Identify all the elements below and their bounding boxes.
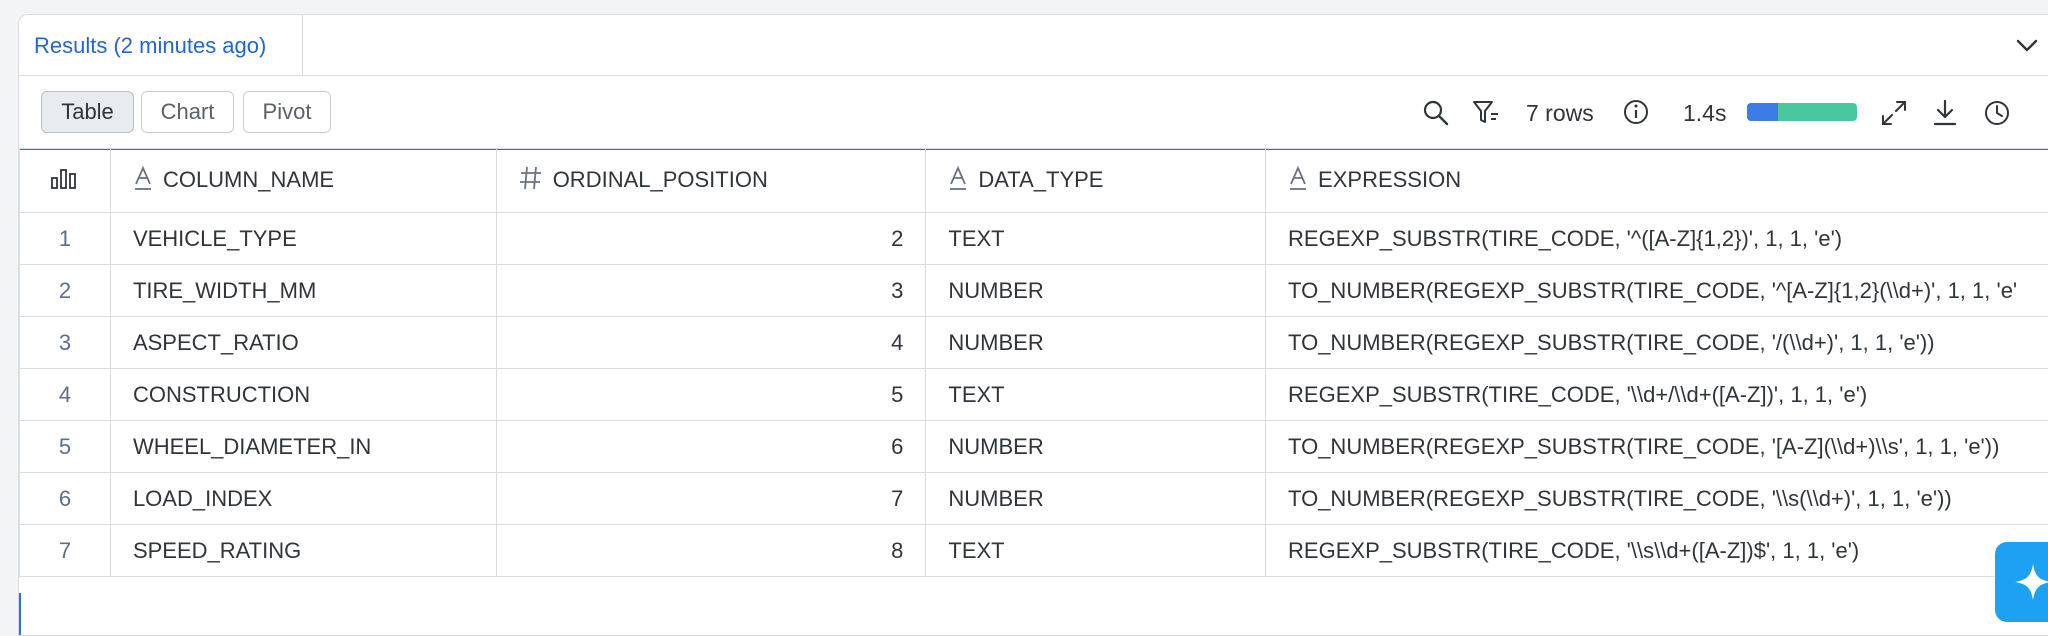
table-row[interactable]: 1 VEHICLE_TYPE 2 TEXT REGEXP_SUBSTR(TIRE…: [20, 213, 2048, 265]
table-row[interactable]: 7 SPEED_RATING 8 TEXT REGEXP_SUBSTR(TIRE…: [20, 525, 2048, 577]
table-row[interactable]: 4 CONSTRUCTION 5 TEXT REGEXP_SUBSTR(TIRE…: [20, 369, 2048, 421]
cell-data-type[interactable]: NUMBER: [926, 473, 1266, 525]
tab-pivot-label: Pivot: [263, 99, 312, 125]
table-row[interactable]: 5 WHEEL_DIAMETER_IN 6 NUMBER TO_NUMBER(R…: [20, 421, 2048, 473]
bar-chart-icon: [50, 170, 78, 195]
cell-ordinal-position[interactable]: 3: [496, 265, 926, 317]
filter-icon[interactable]: [1471, 98, 1501, 128]
cell-expression[interactable]: TO_NUMBER(REGEXP_SUBSTR(TIRE_CODE, '[A-Z…: [1266, 421, 2048, 473]
column-header-label: COLUMN_NAME: [163, 166, 334, 191]
table-row[interactable]: 2 TIRE_WIDTH_MM 3 NUMBER TO_NUMBER(REGEX…: [20, 265, 2048, 317]
cell-data-type[interactable]: NUMBER: [926, 421, 1266, 473]
column-header-column-name[interactable]: COLUMN_NAME: [110, 149, 496, 213]
selection-indicator: [19, 593, 21, 635]
cell-column-name[interactable]: SPEED_RATING: [110, 525, 496, 577]
column-header-ordinal-position[interactable]: ORDINAL_POSITION: [496, 149, 926, 213]
cell-expression[interactable]: REGEXP_SUBSTR(TIRE_CODE, '^([A-Z]{1,2})'…: [1266, 213, 2048, 265]
row-count-label: 7 rows: [1526, 100, 1594, 126]
tab-pivot[interactable]: Pivot: [243, 91, 331, 133]
row-index: 2: [20, 265, 111, 317]
row-index: 4: [20, 369, 111, 421]
cell-column-name[interactable]: VEHICLE_TYPE: [110, 213, 496, 265]
cell-data-type[interactable]: TEXT: [926, 369, 1266, 421]
cell-ordinal-position[interactable]: 5: [496, 369, 926, 421]
cell-column-name[interactable]: ASPECT_RATIO: [110, 317, 496, 369]
cell-data-type[interactable]: TEXT: [926, 213, 1266, 265]
tab-chart[interactable]: Chart: [141, 91, 234, 133]
results-toolbar: Table Chart Pivot 7 rows 1.4s: [19, 76, 2048, 150]
cell-column-name[interactable]: TIRE_WIDTH_MM: [110, 265, 496, 317]
results-tab[interactable]: Results (2 minutes ago): [19, 15, 303, 75]
cell-expression[interactable]: REGEXP_SUBSTR(TIRE_CODE, '\\d+/\\d+([A-Z…: [1266, 369, 2048, 421]
expand-icon[interactable]: [1879, 98, 1909, 128]
cell-ordinal-position[interactable]: 2: [496, 213, 926, 265]
hash-type-icon: [519, 165, 543, 197]
duration-bar-segment-b: [1778, 103, 1857, 121]
cell-expression[interactable]: TO_NUMBER(REGEXP_SUBSTR(TIRE_CODE, '/(\\…: [1266, 317, 2048, 369]
chevron-down-icon[interactable]: [2013, 32, 2041, 60]
column-header-expression[interactable]: EXPRESSION: [1266, 149, 2048, 213]
cell-ordinal-position[interactable]: 8: [496, 525, 926, 577]
results-tab-label: Results: [34, 33, 107, 58]
duration-bar: [1747, 103, 1857, 121]
table-header-row: COLUMN_NAME ORDINAL_POSITION DATA_TYPE E…: [20, 149, 2048, 213]
column-header-data-type[interactable]: DATA_TYPE: [926, 149, 1266, 213]
table-row[interactable]: 6 LOAD_INDEX 7 NUMBER TO_NUMBER(REGEXP_S…: [20, 473, 2048, 525]
results-tab-age: (2 minutes ago): [113, 33, 266, 58]
sparkle-icon: [1995, 542, 2048, 622]
row-index: 3: [20, 317, 111, 369]
results-panel: Results (2 minutes ago) Table Chart Pivo…: [18, 14, 2048, 636]
cell-ordinal-position[interactable]: 4: [496, 317, 926, 369]
cell-expression[interactable]: REGEXP_SUBSTR(TIRE_CODE, '\\s\\d+([A-Z])…: [1266, 525, 2048, 577]
cell-column-name[interactable]: CONSTRUCTION: [110, 369, 496, 421]
text-type-icon: [1288, 165, 1308, 197]
row-index: 6: [20, 473, 111, 525]
table-row[interactable]: 3 ASPECT_RATIO 4 NUMBER TO_NUMBER(REGEXP…: [20, 317, 2048, 369]
tab-table-label: Table: [61, 99, 114, 125]
cell-ordinal-position[interactable]: 6: [496, 421, 926, 473]
row-stats-header[interactable]: [20, 149, 111, 213]
cell-data-type[interactable]: NUMBER: [926, 317, 1266, 369]
results-table: COLUMN_NAME ORDINAL_POSITION DATA_TYPE E…: [19, 148, 2048, 577]
ai-assistant-button[interactable]: [1995, 542, 2048, 622]
row-count: 7 rows: [1526, 100, 1594, 127]
duration-bar-segment-a: [1747, 103, 1778, 121]
download-icon[interactable]: [1930, 98, 1960, 128]
column-header-label: DATA_TYPE: [978, 166, 1103, 191]
query-duration: 1.4s: [1683, 100, 1726, 127]
cell-column-name[interactable]: WHEEL_DIAMETER_IN: [110, 421, 496, 473]
row-index: 1: [20, 213, 111, 265]
text-type-icon: [948, 165, 968, 197]
cell-expression[interactable]: TO_NUMBER(REGEXP_SUBSTR(TIRE_CODE, '\\s(…: [1266, 473, 2048, 525]
row-index: 5: [20, 421, 111, 473]
info-icon[interactable]: [1621, 97, 1651, 127]
results-tabbar: Results (2 minutes ago): [19, 15, 2048, 76]
cell-column-name[interactable]: LOAD_INDEX: [110, 473, 496, 525]
column-header-label: EXPRESSION: [1318, 166, 1461, 191]
tab-table[interactable]: Table: [41, 91, 134, 133]
history-icon[interactable]: [1982, 98, 2012, 128]
cell-data-type[interactable]: TEXT: [926, 525, 1266, 577]
cell-ordinal-position[interactable]: 7: [496, 473, 926, 525]
row-index: 7: [20, 525, 111, 577]
tab-chart-label: Chart: [161, 99, 215, 125]
search-icon[interactable]: [1421, 98, 1451, 128]
column-header-label: ORDINAL_POSITION: [553, 166, 768, 191]
text-type-icon: [133, 165, 153, 197]
cell-data-type[interactable]: NUMBER: [926, 265, 1266, 317]
cell-expression[interactable]: TO_NUMBER(REGEXP_SUBSTR(TIRE_CODE, '^[A-…: [1266, 265, 2048, 317]
